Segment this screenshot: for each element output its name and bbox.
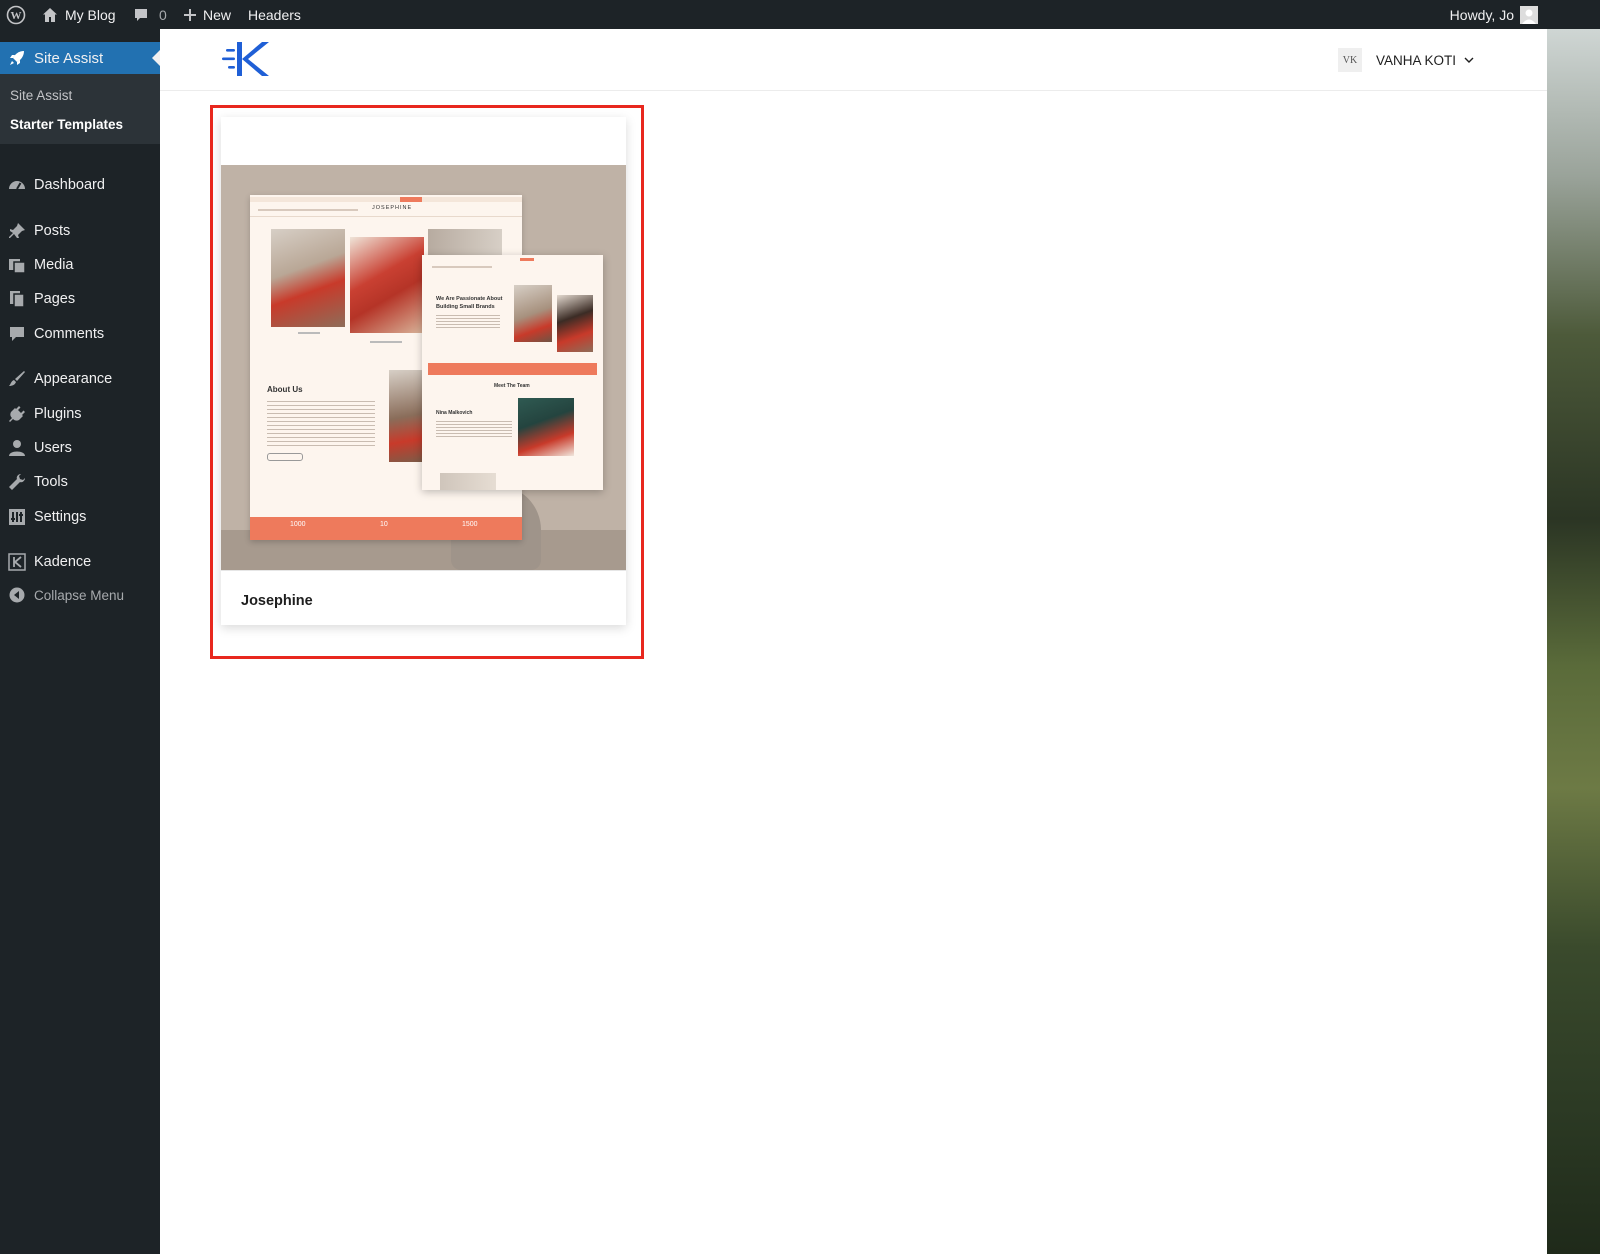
collapse-menu-label: Collapse Menu xyxy=(34,587,125,603)
rocket-icon xyxy=(7,48,27,68)
sidebar-item-label: Appearance xyxy=(34,371,113,387)
sidebar-item-users[interactable]: Users xyxy=(0,431,160,465)
settings-sliders-icon xyxy=(7,507,27,527)
comment-bubble-icon xyxy=(7,324,27,344)
collapse-menu-button[interactable]: Collapse Menu xyxy=(0,578,160,612)
howdy-label: Howdy, Jo xyxy=(1449,6,1514,23)
new-label: New xyxy=(203,6,232,23)
sidebar-item-label: Media xyxy=(34,257,74,273)
site-switcher[interactable]: VK VANHA KOTI xyxy=(1338,47,1474,73)
sidebar-item-dashboard[interactable]: Dashboard xyxy=(0,168,160,202)
sidebar-item-label: Settings xyxy=(34,509,87,525)
wrench-icon xyxy=(7,472,27,492)
sidebar-item-site-assist[interactable]: Site Assist xyxy=(0,42,160,74)
sidebar-item-kadence[interactable]: Kadence xyxy=(0,545,160,579)
kadence-header: VK VANHA KOTI xyxy=(160,29,1547,91)
media-library-icon xyxy=(7,255,27,275)
headers-label: Headers xyxy=(248,6,301,23)
admin-sidebar: Site Assist Site Assist Starter Template… xyxy=(0,29,160,1254)
paintbrush-icon xyxy=(7,369,27,389)
sidebar-item-label: Pages xyxy=(34,291,76,307)
user-silhouette-icon xyxy=(1522,9,1536,24)
kadence-logo-icon[interactable] xyxy=(222,41,270,77)
site-assist-submenu: Site Assist Starter Templates xyxy=(0,74,160,144)
desktop-background-strip xyxy=(1547,29,1600,1254)
site-name-link[interactable]: My Blog xyxy=(41,0,116,29)
dashboard-gauge-icon xyxy=(7,175,27,195)
current-menu-pointer xyxy=(152,50,160,66)
sidebar-item-label: Kadence xyxy=(34,554,92,570)
kadence-logo-icon xyxy=(7,552,27,572)
svg-text:W: W xyxy=(11,10,22,22)
sidebar-item-media[interactable]: Media xyxy=(0,248,160,282)
collapse-arrow-icon xyxy=(7,585,27,605)
site-avatar: VK xyxy=(1338,48,1362,72)
headers-link[interactable]: Headers xyxy=(248,0,301,29)
howdy-account-link[interactable]: Howdy, Jo xyxy=(1450,0,1538,29)
site-initials: VK xyxy=(1342,54,1358,66)
pages-icon xyxy=(7,289,27,309)
sidebar-item-label: Dashboard xyxy=(34,177,105,193)
sidebar-item-tools[interactable]: Tools xyxy=(0,465,160,499)
pushpin-icon xyxy=(7,221,27,241)
sidebar-item-label: Posts xyxy=(34,223,71,239)
sidebar-item-label: Comments xyxy=(34,326,105,342)
submenu-item-site-assist[interactable]: Site Assist xyxy=(10,88,72,103)
site-label: VANHA KOTI xyxy=(1376,52,1457,68)
sidebar-item-label: Plugins xyxy=(34,406,82,422)
selection-highlight xyxy=(210,105,644,659)
user-icon xyxy=(7,438,27,458)
plus-icon xyxy=(184,8,196,21)
comments-count: 0 xyxy=(159,6,167,23)
submenu-item-starter-templates[interactable]: Starter Templates xyxy=(10,117,123,132)
chevron-down-icon xyxy=(1464,57,1474,63)
sidebar-item-label: Tools xyxy=(34,474,68,490)
admin-bar: W My Blog 0 New Headers Howdy, Jo xyxy=(0,0,1600,29)
site-name-label: My Blog xyxy=(65,6,116,23)
comment-bubble-icon xyxy=(135,8,147,21)
user-avatar xyxy=(1520,5,1538,24)
sidebar-item-appearance[interactable]: Appearance xyxy=(0,362,160,396)
sidebar-item-plugins[interactable]: Plugins xyxy=(0,397,160,431)
wordpress-logo-icon[interactable]: W xyxy=(6,0,26,29)
sidebar-item-settings[interactable]: Settings xyxy=(0,500,160,534)
comments-link[interactable]: 0 xyxy=(133,0,167,29)
plug-icon xyxy=(7,404,27,424)
new-content-link[interactable]: New xyxy=(183,0,231,29)
sidebar-item-posts[interactable]: Posts xyxy=(0,214,160,248)
home-icon xyxy=(43,7,57,22)
sidebar-item-label: Site Assist xyxy=(34,49,104,67)
sidebar-item-comments[interactable]: Comments xyxy=(0,317,160,351)
sidebar-item-pages[interactable]: Pages xyxy=(0,282,160,316)
sidebar-item-label: Users xyxy=(34,440,72,456)
